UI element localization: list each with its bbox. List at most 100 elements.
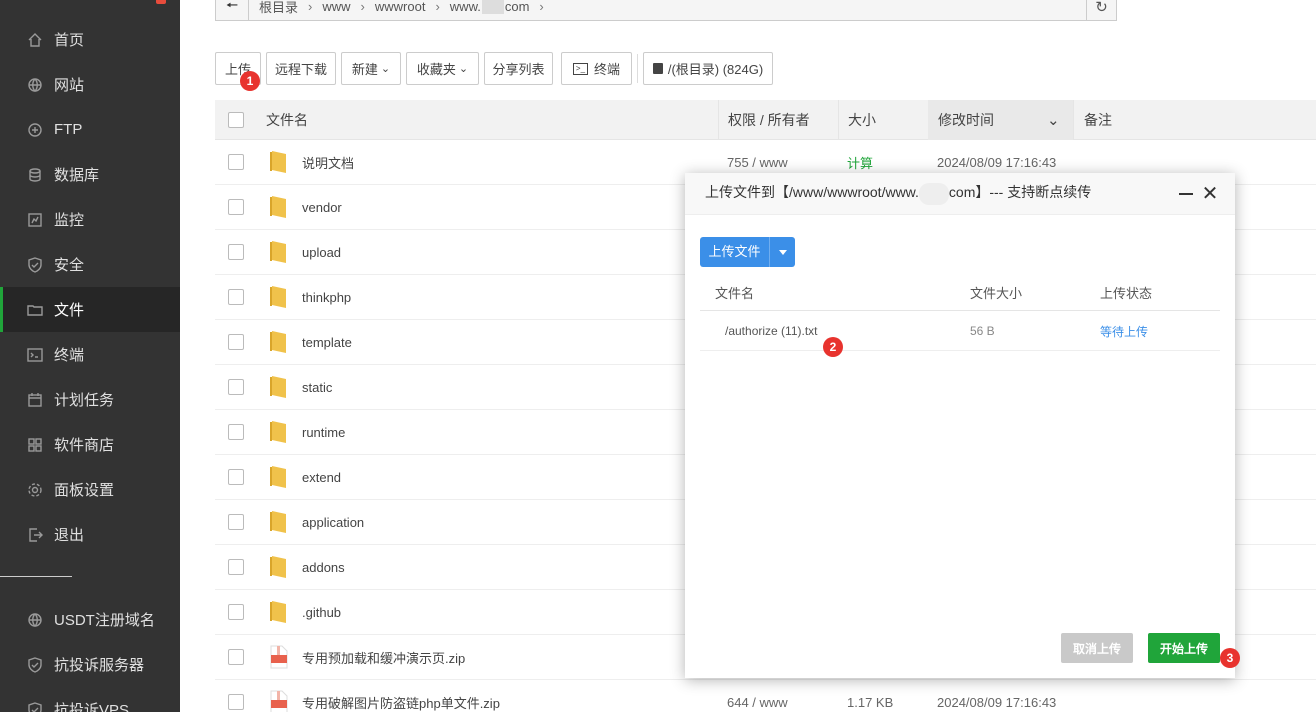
file-perm[interactable]: 644 / www (727, 680, 788, 712)
minimize-icon[interactable] (1179, 193, 1193, 195)
upload-col-size: 文件大小 (970, 285, 1023, 301)
favorites-dropdown-button[interactable]: 收藏夹 ⌄ (406, 52, 479, 85)
back-button[interactable]: 🠔 (216, 0, 249, 20)
row-checkbox[interactable] (228, 334, 244, 350)
row-checkbox[interactable] (228, 154, 244, 170)
refresh-button[interactable]: ↻ (1086, 0, 1116, 20)
database-icon (27, 167, 43, 183)
breadcrumb-item[interactable]: www › (322, 0, 365, 14)
chevron-down-icon: ⌄ (380, 63, 391, 75)
start-upload-button[interactable]: 开始上传 (1148, 633, 1220, 663)
row-checkbox[interactable] (228, 199, 244, 215)
row-checkbox[interactable] (228, 379, 244, 395)
disk-button[interactable]: /(根目录) (824G) (643, 52, 773, 85)
row-checkbox[interactable] (228, 604, 244, 620)
calendar-icon (27, 392, 43, 408)
upload-file-button[interactable]: 上传文件 (700, 237, 795, 267)
upload-col-name: 文件名 (715, 285, 755, 301)
close-icon[interactable]: ✕ (1201, 184, 1219, 204)
zip-file-icon (269, 645, 289, 669)
sidebar-item-files[interactable]: 文件 (0, 287, 180, 332)
globe-icon (27, 612, 43, 628)
sidebar-item-anti-complaint-server[interactable]: 抗投诉服务器 (0, 642, 180, 687)
file-name[interactable]: thinkphp (302, 275, 351, 320)
file-name[interactable]: 专用破解图片防盗链php单文件.zip (302, 680, 500, 712)
sidebar-item-label: 监控 (54, 212, 85, 229)
apps-icon (27, 437, 43, 453)
breadcrumb-item[interactable]: wwwroot › (375, 0, 440, 14)
file-name[interactable]: addons (302, 545, 345, 590)
upload-file-size: 56 B (970, 324, 995, 338)
sidebar-item-home[interactable]: 首页 (0, 17, 180, 62)
terminal-icon (27, 347, 43, 363)
sidebar-item-label: 终端 (54, 347, 85, 364)
column-perm[interactable]: 权限 / 所有者 (728, 100, 810, 140)
file-name[interactable]: static (302, 365, 332, 410)
file-table-header: 文件名 权限 / 所有者 大小 修改时间 ⌄ 备注 (215, 100, 1316, 140)
table-row[interactable]: 专用破解图片防盗链php单文件.zip 644 / www 1.17 KB 2024/… (215, 680, 1316, 712)
column-divider (1073, 100, 1074, 140)
folder-icon (27, 302, 43, 318)
row-checkbox[interactable] (228, 649, 244, 665)
globe-icon (27, 77, 43, 93)
sidebar-item-logout[interactable]: 退出 (0, 512, 180, 557)
sidebar-item-app-store[interactable]: 软件商店 (0, 422, 180, 467)
row-checkbox[interactable] (228, 289, 244, 305)
sidebar-item-cron[interactable]: 计划任务 (0, 377, 180, 422)
row-checkbox[interactable] (228, 694, 244, 710)
sidebar: 首页 网站 FTP 数据库 监控 安全 文件 终端 计划任务 软件商店 面板设置 (0, 0, 180, 712)
column-mtime[interactable]: 修改时间 (938, 100, 994, 140)
row-checkbox[interactable] (228, 424, 244, 440)
breadcrumb-item[interactable]: 根目录 › (259, 0, 312, 16)
cancel-upload-button[interactable]: 取消上传 (1061, 633, 1133, 663)
sidebar-item-usdt-domain[interactable]: USDT注册域名 (0, 597, 180, 642)
file-name[interactable]: extend (302, 455, 341, 500)
share-list-button[interactable]: 分享列表 (484, 52, 553, 85)
file-name[interactable]: application (302, 500, 364, 545)
new-dropdown-button[interactable]: 新建 ⌄ (341, 52, 401, 85)
folder-icon (269, 420, 289, 444)
sidebar-item-security[interactable]: 安全 (0, 242, 180, 287)
file-name[interactable]: runtime (302, 410, 345, 455)
redaction-mask (918, 182, 949, 205)
sidebar-item-database[interactable]: 数据库 (0, 152, 180, 197)
sidebar-item-monitor[interactable]: 监控 (0, 197, 180, 242)
sidebar-item-panel-settings[interactable]: 面板设置 (0, 467, 180, 512)
sidebar-item-label: 软件商店 (54, 437, 115, 454)
file-name[interactable]: .github (302, 590, 341, 635)
file-name[interactable]: 专用预加载和缓冲演示页.zip (302, 635, 465, 680)
column-size[interactable]: 大小 (848, 100, 876, 140)
select-all-checkbox[interactable] (228, 100, 244, 140)
sidebar-item-terminal[interactable]: 终端 (0, 332, 180, 377)
sidebar-item-label: 文件 (54, 302, 85, 319)
row-checkbox[interactable] (228, 469, 244, 485)
file-name[interactable]: vendor (302, 185, 342, 230)
sidebar-item-label: 抗投诉VPS (54, 702, 130, 712)
terminal-icon: >_ (572, 62, 588, 75)
breadcrumb-item[interactable]: www. com › (450, 0, 544, 14)
sidebar-item-label: 退出 (54, 527, 85, 544)
terminal-button[interactable]: >_ 终端 (561, 52, 632, 85)
caret-down-icon[interactable] (770, 249, 795, 255)
file-name[interactable]: upload (302, 230, 341, 275)
sidebar-item-anti-complaint-vps[interactable]: 抗投诉VPS (0, 687, 180, 712)
row-checkbox[interactable] (228, 514, 244, 530)
chevron-right-icon: › (308, 0, 313, 14)
refresh-icon: ↻ (1095, 0, 1108, 16)
folder-icon (269, 195, 289, 219)
column-name[interactable]: 文件名 (266, 100, 308, 140)
zip-file-icon (269, 690, 289, 712)
sidebar-item-label: FTP (54, 121, 83, 138)
sidebar-item-website[interactable]: 网站 (0, 62, 180, 107)
redaction-mask (481, 0, 504, 14)
chevron-down-icon[interactable]: ⌄ (1047, 100, 1060, 140)
remote-download-button[interactable]: 远程下载 (266, 52, 336, 85)
file-name[interactable]: 说明文档 (302, 140, 354, 185)
row-checkbox[interactable] (228, 244, 244, 260)
sidebar-item-ftp[interactable]: FTP (0, 107, 180, 152)
row-checkbox[interactable] (228, 559, 244, 575)
sidebar-item-label: 首页 (54, 32, 85, 49)
column-note[interactable]: 备注 (1084, 100, 1112, 140)
file-name[interactable]: template (302, 320, 352, 365)
sidebar-divider (0, 576, 72, 577)
